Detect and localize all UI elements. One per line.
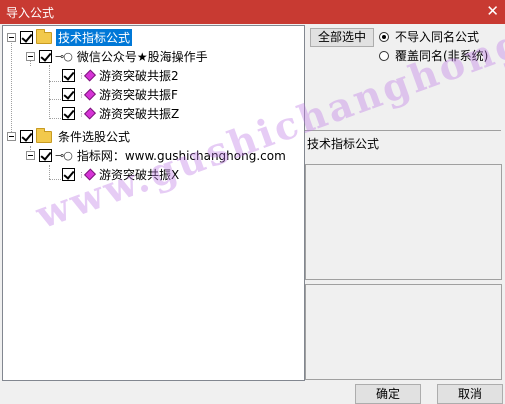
detail-panel [305, 284, 502, 380]
tree-line [49, 81, 61, 82]
tree-line [49, 65, 50, 119]
formula-icon: ⋮ [78, 107, 97, 120]
collapse-icon[interactable] [26, 52, 35, 61]
section-label: 技术指标公式 [307, 137, 380, 151]
tree-node-label[interactable]: 技术指标公式 [56, 29, 133, 46]
tree-item[interactable]: ⋮ 游资突破共振2 [62, 67, 181, 84]
title-bar: 导入公式 ✕ [0, 0, 505, 24]
checkbox-checked[interactable] [62, 88, 75, 101]
cancel-button[interactable]: 取消 [437, 384, 503, 404]
collapse-icon[interactable] [7, 132, 16, 141]
checkbox-checked[interactable] [62, 168, 75, 181]
tree-item-label[interactable]: 游资突破共振Z [97, 105, 181, 122]
tree-node-label[interactable]: 指标网：www.gushichanghong.com [75, 147, 288, 164]
window-title: 导入公式 [6, 6, 55, 20]
tree-node-group[interactable]: 条件选股公式 [7, 127, 132, 145]
tree-item[interactable]: ⋮ 游资突破共振Z [62, 105, 181, 122]
tree-node-group[interactable]: 技术指标公式 [7, 28, 133, 46]
checkbox-checked[interactable] [20, 130, 33, 143]
tree-item-label[interactable]: 游资突破共振2 [97, 67, 181, 84]
checkbox-checked[interactable] [20, 31, 33, 44]
folder-icon [36, 127, 52, 143]
tree-node-label[interactable]: 微信公众号★股海操作手 [75, 48, 210, 65]
radio-label: 覆盖同名(非系统) [395, 49, 489, 63]
tree-node-source[interactable]: ⊸○ 微信公众号★股海操作手 [26, 48, 210, 65]
tree-item[interactable]: ⋮ 游资突破共振X [62, 166, 181, 183]
formula-icon: ⋮ [78, 88, 97, 101]
tree-line [49, 118, 61, 119]
key-icon: ⊸○ [55, 149, 73, 162]
tree-line [49, 179, 61, 180]
radio-overwrite[interactable]: 覆盖同名(非系统) [379, 47, 488, 64]
radio-label: 不导入同名公式 [395, 30, 480, 44]
description-panel [305, 164, 502, 280]
radio-no-import[interactable]: 不导入同名公式 [379, 28, 479, 45]
collapse-icon[interactable] [7, 33, 16, 42]
checkbox-checked[interactable] [39, 149, 52, 162]
collapse-icon[interactable] [26, 151, 35, 160]
tree-item-label[interactable]: 游资突破共振X [97, 166, 181, 183]
ok-button[interactable]: 确定 [355, 384, 421, 404]
radio-selected-icon[interactable] [379, 31, 389, 42]
checkbox-checked[interactable] [62, 107, 75, 120]
close-icon[interactable]: ✕ [486, 2, 499, 20]
tree-item-label[interactable]: 游资突破共振F [97, 86, 180, 103]
formula-icon: ⋮ [78, 69, 97, 82]
tree-line [11, 38, 12, 138]
key-icon: ⊸○ [55, 50, 73, 63]
select-all-button[interactable]: 全部选中 [310, 28, 374, 47]
radio-unselected-icon[interactable] [379, 50, 389, 61]
folder-icon [36, 28, 52, 44]
tree-node-label[interactable]: 条件选股公式 [56, 128, 132, 145]
tree-line [49, 165, 50, 179]
formula-icon: ⋮ [78, 168, 97, 181]
formula-tree[interactable]: 技术指标公式 ⊸○ 微信公众号★股海操作手 ⋮ 游资突破共振2 ⋮ 游资突破共振… [2, 25, 305, 381]
divider [305, 130, 501, 131]
tree-node-source[interactable]: ⊸○ 指标网：www.gushichanghong.com [26, 147, 288, 164]
tree-line [49, 99, 61, 100]
checkbox-checked[interactable] [62, 69, 75, 82]
checkbox-checked[interactable] [39, 50, 52, 63]
tree-item[interactable]: ⋮ 游资突破共振F [62, 86, 180, 103]
